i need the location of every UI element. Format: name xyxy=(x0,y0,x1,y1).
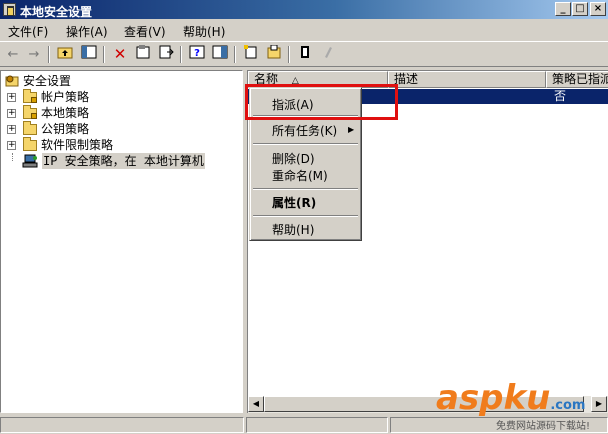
status-cell xyxy=(246,417,388,433)
menu-file[interactable]: 文件(F) xyxy=(8,23,48,40)
lock-badge-icon xyxy=(31,97,37,103)
context-menu-help[interactable]: 帮助(H) xyxy=(272,223,314,237)
window-title: 本地安全设置 xyxy=(20,5,93,19)
tree-line xyxy=(12,153,13,161)
forward-arrow-icon[interactable]: → xyxy=(24,45,44,64)
tree-item-local-policies[interactable]: + 本地策略 xyxy=(7,105,237,121)
policy-assigned-value: 否 xyxy=(554,89,567,103)
assign-icon[interactable] xyxy=(295,45,315,64)
toolbar: ← → ✕ ? xyxy=(0,41,608,67)
menu-action[interactable]: 操作(A) xyxy=(66,23,108,40)
unassign-icon[interactable] xyxy=(318,45,338,64)
expand-icon[interactable]: + xyxy=(7,141,16,150)
title-bar[interactable]: 本地安全设置 _ □ × xyxy=(0,0,608,19)
svg-text:?: ? xyxy=(194,48,200,59)
export-list-icon[interactable] xyxy=(156,45,176,64)
watermark-subtext: 免费网站源码下载站! xyxy=(496,421,591,432)
tree-item-public-key-policies[interactable]: + 公钥策略 xyxy=(7,121,237,137)
ip-security-icon xyxy=(22,154,38,168)
maximize-button[interactable]: □ xyxy=(572,2,588,16)
folder-icon xyxy=(23,121,37,135)
toolbar-separator xyxy=(234,46,236,63)
tree-pane[interactable]: 安全设置 + 帐户策略 + 本地策略 + 公钥策略 + 软件限制策略 IP 安全… xyxy=(0,70,243,413)
menu-view[interactable]: 查看(V) xyxy=(124,23,166,40)
context-menu-delete[interactable]: 删除(D) xyxy=(272,152,315,166)
menu-separator xyxy=(253,188,358,190)
tree-item-software-restriction-policies[interactable]: + 软件限制策略 xyxy=(7,137,237,153)
toolbar-separator xyxy=(288,46,290,63)
lock-badge-icon xyxy=(31,113,37,119)
help-icon[interactable]: ? xyxy=(187,45,207,64)
app-icon xyxy=(3,3,16,16)
toolbar-separator xyxy=(48,46,50,63)
column-header-description[interactable]: 描述 xyxy=(388,71,546,88)
expand-icon[interactable]: + xyxy=(7,109,16,118)
security-settings-icon xyxy=(5,74,19,87)
menu-bar: 文件(F) 操作(A) 查看(V) 帮助(H) xyxy=(0,19,608,40)
back-arrow-icon[interactable]: ← xyxy=(3,45,23,64)
scroll-left-icon[interactable]: ◀ xyxy=(248,396,264,412)
tree-item-account-policies[interactable]: + 帐户策略 xyxy=(7,89,237,105)
up-folder-icon[interactable] xyxy=(55,45,75,64)
minimize-button[interactable]: _ xyxy=(555,2,571,16)
watermark: aspku.com 免费网站源码下载站! xyxy=(436,380,608,434)
menu-help[interactable]: 帮助(H) xyxy=(183,23,225,40)
manage-filters-icon[interactable] xyxy=(264,44,284,64)
close-button[interactable]: × xyxy=(590,2,606,16)
show-tree-icon[interactable] xyxy=(79,45,99,64)
context-menu-rename[interactable]: 重命名(M) xyxy=(272,169,328,183)
toolbar-separator xyxy=(103,46,105,63)
properties-icon[interactable] xyxy=(133,45,153,64)
add-policy-icon[interactable] xyxy=(241,45,261,64)
status-cell xyxy=(0,417,244,433)
menu-separator xyxy=(253,215,358,217)
tree-item-ip-security-policies[interactable]: IP 安全策略，在 本地计算机 xyxy=(7,153,237,169)
show-console-icon[interactable] xyxy=(210,45,230,64)
submenu-arrow-icon: ▶ xyxy=(348,125,355,134)
expand-icon[interactable]: + xyxy=(7,93,16,102)
column-header-policy-assigned[interactable]: 策略已指派 xyxy=(546,71,608,88)
context-menu-all-tasks[interactable]: 所有任务(K) xyxy=(272,124,337,138)
expand-icon[interactable]: + xyxy=(7,125,16,134)
delete-icon[interactable]: ✕ xyxy=(110,45,130,64)
toolbar-separator xyxy=(180,46,182,63)
annotation-highlight-box xyxy=(245,84,398,120)
folder-icon xyxy=(23,137,37,151)
context-menu-properties[interactable]: 属性(R) xyxy=(272,196,316,210)
menu-separator xyxy=(253,143,358,145)
